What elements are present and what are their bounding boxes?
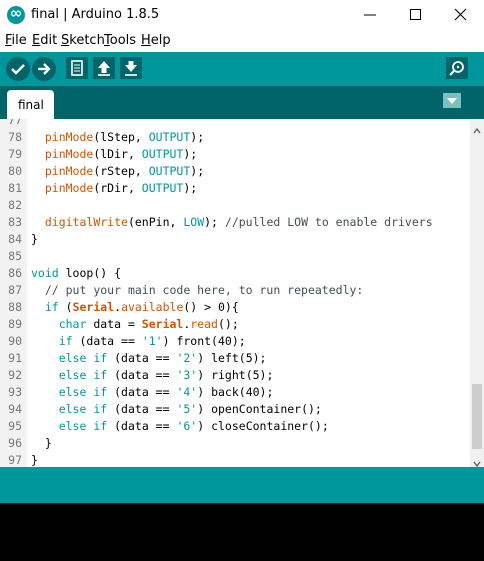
code-text[interactable]: digitalWrite(enPin, LOW); //pulled LOW t… [31,214,433,231]
serial-monitor-button[interactable] [446,57,468,79]
code-text[interactable]: else if (data == '4') back(40); [31,384,274,401]
menu-help[interactable]: Help [141,33,171,48]
code-text[interactable]: pinMode(rDir, OUTPUT); [31,180,197,197]
line-number: 84 [8,232,22,246]
code-text[interactable]: pinMode(lDir, OUTPUT); [31,146,197,163]
code-text[interactable]: } [31,435,52,452]
code-text[interactable]: pinMode(lStep, OUTPUT); [31,129,204,146]
code-text[interactable]: else if (data == '5') openContainer(); [31,401,322,418]
line-number: 90 [8,334,22,348]
open-button[interactable] [93,57,115,79]
line-number: 80 [8,164,22,178]
toolbar [0,52,484,86]
line-number: 92 [8,368,22,382]
verify-button[interactable] [6,57,30,81]
code-text[interactable]: if (data == '1') front(40); [31,333,246,350]
code-text[interactable]: else if (data == '2') left(5); [31,350,267,367]
console-output[interactable] [0,503,484,561]
line-number: 91 [8,351,22,365]
window-title: final | Arduino 1.8.5 [31,7,160,22]
tab-final[interactable]: final [7,90,54,119]
line-number: 88 [8,300,22,314]
line-number: 78 [8,130,22,144]
close-button[interactable] [438,0,484,30]
maximize-icon [410,9,421,20]
magnifier-icon [449,61,464,76]
line-number: 86 [8,266,22,280]
line-number: 85 [8,249,22,263]
code-text[interactable]: if (Serial.available() > 0){ [31,299,239,316]
title-bar: final | Arduino 1.8.5 [0,0,484,30]
code-text[interactable]: } [31,452,38,467]
tab-menu-button[interactable] [443,93,461,108]
new-file-icon [71,60,83,76]
chevron-up-icon [473,127,481,134]
code-text[interactable]: } [31,231,38,248]
menu-file[interactable]: File [5,33,27,48]
menu-sketch[interactable]: Sketch [61,33,105,48]
menu-tools[interactable]: Tools [104,33,136,48]
scroll-down-button[interactable] [472,454,482,468]
code-text[interactable]: char data = Serial.read(); [31,316,239,333]
code-text[interactable]: // put your main code here, to run repea… [31,282,364,299]
open-arrow-up-icon [98,61,110,76]
line-number: 87 [8,283,22,297]
line-number: 93 [8,385,22,399]
tab-label: final [18,98,44,112]
close-icon [454,8,467,21]
minimize-icon [364,14,376,16]
line-number: 82 [8,198,22,212]
line-number: 95 [8,419,22,433]
line-number: 94 [8,402,22,416]
menu-bar: File Edit Sketch Tools Help [0,30,484,52]
code-text[interactable]: else if (data == '3') right(5); [31,367,274,384]
upload-arrow-icon [38,63,51,75]
maximize-button[interactable] [393,0,439,30]
code-text[interactable]: pinMode(rStep, OUTPUT); [31,163,204,180]
scroll-thumb[interactable] [472,384,482,449]
line-number: 83 [8,215,22,229]
arduino-logo-icon [7,4,25,24]
save-button[interactable] [120,57,142,79]
line-number: 96 [8,436,22,450]
menu-edit[interactable]: Edit [32,33,57,48]
line-number: 97 [8,453,22,467]
code-text[interactable]: void loop() { [31,265,121,282]
save-arrow-down-icon [125,61,137,76]
line-number: 79 [8,147,22,161]
verify-icon [11,64,25,75]
status-bar [0,467,484,503]
scroll-up-button[interactable] [472,121,482,134]
minimize-button[interactable] [347,0,393,30]
line-number: 89 [8,317,22,331]
code-editor[interactable]: 77 78 pinMode(lStep, OUTPUT); 79 pinMode(l… [0,119,484,467]
tab-bar: final [0,86,484,119]
code-text[interactable]: else if (data == '6') closeContainer(); [31,418,329,435]
chevron-down-icon [447,98,457,104]
line-number: 77 [8,119,22,127]
line-number: 81 [8,181,22,195]
new-sketch-button[interactable] [66,57,88,79]
upload-button[interactable] [32,57,56,81]
